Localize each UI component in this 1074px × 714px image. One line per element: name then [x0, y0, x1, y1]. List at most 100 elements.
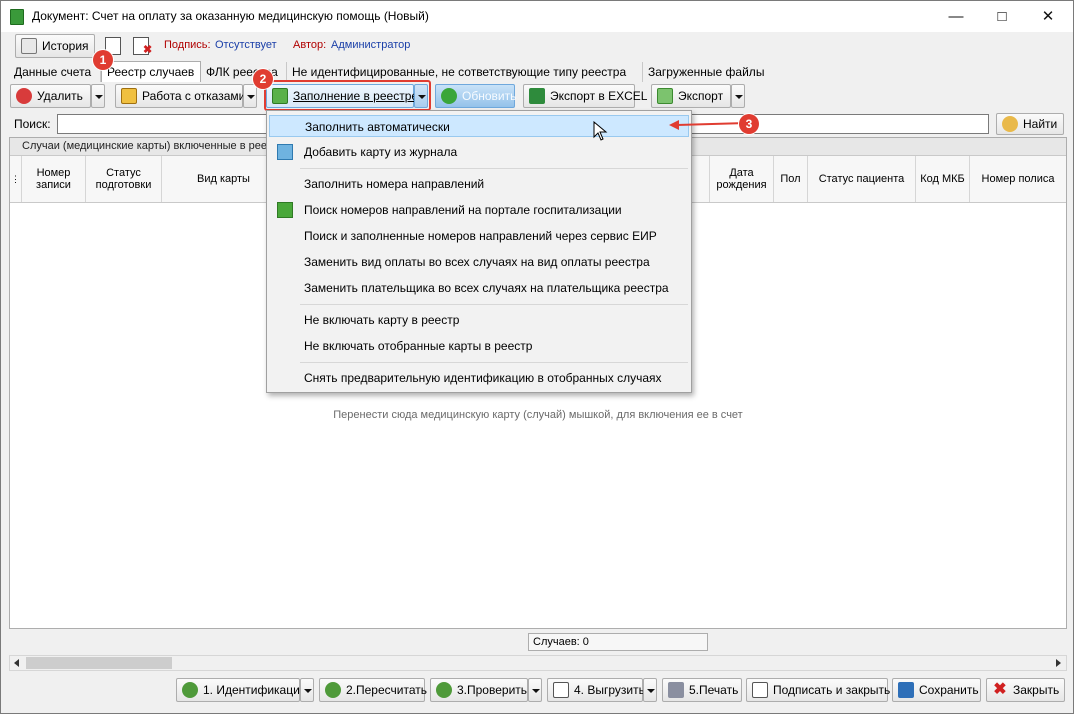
recalc-button[interactable]: 2.Пересчитать [319, 678, 427, 702]
bottom-actions: 1. Идентификация 2.Пересчитать 3.Провери… [1, 675, 1073, 707]
annotation-badge-3: 3 [739, 114, 759, 134]
grid-group-label: Случаи (медицинские карты) включенные в … [22, 140, 284, 152]
grid-statusbar: Случаев: 0 [9, 631, 1067, 653]
menu-separator [300, 304, 688, 305]
drop-hint: Перенести сюда медицинскую карту (случай… [333, 409, 743, 421]
author-label: Автор: [293, 39, 327, 51]
menu-item-label: Не включать карту в реестр [304, 313, 460, 327]
refresh-button[interactable]: Обновить [435, 84, 517, 108]
refusals-dropdown[interactable] [243, 84, 257, 108]
identify-label: 1. Идентификация [203, 683, 307, 697]
col-icd-code[interactable]: Код МКБ [916, 156, 970, 202]
history-button[interactable]: История [15, 34, 95, 58]
export-dropdown[interactable] [731, 84, 745, 108]
minimize-button[interactable]: — [933, 1, 979, 32]
export-label: Экспорт [678, 89, 724, 103]
check-button[interactable]: 3.Проверить [430, 678, 528, 702]
top-toolbar: История ✖ Подпись: Отсутствует Автор: Ад… [9, 33, 1067, 59]
close-button[interactable]: ✖ Закрыть [986, 678, 1065, 702]
refusals-button[interactable]: Работа с отказами [115, 84, 245, 108]
tab-cases-registry[interactable]: Реестр случаев [101, 61, 201, 82]
menu-item-replace-payment[interactable]: Заменить вид оплаты во всех случаях на в… [269, 251, 689, 273]
identify-button[interactable]: 1. Идентификация [176, 678, 306, 702]
row-menu-icon[interactable]: ⋮ [10, 156, 22, 202]
col-record-number[interactable]: Номер записи [22, 156, 86, 202]
col-gender[interactable]: Пол [774, 156, 808, 202]
signature-label: Подпись: [164, 39, 211, 51]
col-policy-number[interactable]: Номер полиса [970, 156, 1066, 202]
refresh-icon [441, 88, 457, 104]
recalc-label: 2.Пересчитать [346, 683, 427, 697]
mouse-cursor-icon [593, 121, 608, 141]
title-bar: Документ: Счет на оплату за оказанную ме… [1, 1, 1073, 32]
annotation-badge-2: 2 [253, 69, 273, 89]
export-button[interactable]: Экспорт [651, 84, 731, 108]
scroll-left-icon[interactable] [10, 656, 26, 670]
menu-item-search-eir[interactable]: Поиск и заполненные номеров направлений … [269, 225, 689, 247]
menu-item-label: Заменить вид оплаты во всех случаях на в… [304, 255, 650, 269]
close-label: Закрыть [1013, 683, 1060, 697]
menu-item-exclude-card[interactable]: Не включать карту в реестр [269, 309, 689, 331]
annotation-box [264, 80, 431, 111]
menu-item-search-portal[interactable]: Поиск номеров направлений на портале гос… [269, 199, 689, 221]
menu-item-label: Поиск и заполненные номеров направлений … [304, 229, 657, 243]
save-button[interactable]: Сохранить [892, 678, 981, 702]
refusals-icon [121, 88, 137, 104]
refresh-label: Обновить [462, 89, 517, 103]
save-label: Сохранить [919, 683, 979, 697]
print-icon [668, 682, 684, 698]
check-icon [436, 682, 452, 698]
excel-label: Экспорт в EXCEL [550, 89, 648, 103]
journal-icon [277, 144, 293, 160]
menu-item-fill-referrals[interactable]: Заполнить номера направлений [269, 173, 689, 195]
menu-item-label: Добавить карту из журнала [304, 145, 458, 159]
col-prep-status[interactable]: Статус подготовки [86, 156, 162, 202]
check-label: 3.Проверить [457, 683, 528, 697]
print-button[interactable]: 5.Печать [662, 678, 742, 702]
delete-dropdown[interactable] [91, 84, 105, 108]
upload-dropdown[interactable] [643, 678, 657, 702]
col-birth-date[interactable]: Дата рождения [710, 156, 774, 202]
window-title: Документ: Счет на оплату за оказанную ме… [32, 9, 429, 23]
delete-label: Удалить [37, 89, 83, 103]
recalc-icon [325, 682, 341, 698]
fill-registry-menu: Заполнить автоматически Добавить карту и… [266, 110, 692, 393]
horizontal-scrollbar[interactable] [9, 655, 1067, 671]
upload-label: 4. Выгрузить [574, 683, 645, 697]
download-icon [277, 202, 293, 218]
annotation-badge-1: 1 [93, 50, 113, 70]
tab-unidentified[interactable]: Не идентифицированные, не сответствующие… [287, 62, 643, 82]
search-label: Поиск: [14, 117, 51, 131]
menu-item-add-from-journal[interactable]: Добавить карту из журнала [269, 141, 689, 163]
scroll-thumb[interactable] [26, 657, 172, 669]
col-patient-status[interactable]: Статус пациента [808, 156, 916, 202]
scroll-right-icon[interactable] [1050, 656, 1066, 670]
menu-item-exclude-selected[interactable]: Не включать отобранные карты в реестр [269, 335, 689, 357]
menu-item-label: Заменить плательщика во всех случаях на … [304, 281, 669, 295]
tab-invoice-data[interactable]: Данные счета [9, 62, 101, 82]
close-window-button[interactable]: ✕ [1025, 1, 1071, 32]
author-value: Администратор [331, 39, 411, 51]
delete-button[interactable]: Удалить [10, 84, 91, 108]
maximize-button[interactable]: □ [979, 1, 1025, 32]
sign-close-button[interactable]: Подписать и закрыть [746, 678, 890, 702]
excel-export-button[interactable]: Экспорт в EXCEL [523, 84, 647, 108]
upload-icon [553, 682, 569, 698]
find-button[interactable]: Найти [996, 113, 1064, 135]
menu-item-remove-identification[interactable]: Снять предварительную идентификацию в от… [269, 367, 689, 389]
save-icon [898, 682, 914, 698]
check-dropdown[interactable] [528, 678, 542, 702]
tab-uploaded-files[interactable]: Загруженные файлы [643, 62, 773, 82]
menu-item-replace-payer[interactable]: Заменить плательщика во всех случаях на … [269, 277, 689, 299]
menu-separator [300, 168, 688, 169]
menu-item-label: Заполнить номера направлений [304, 177, 485, 191]
menu-item-label: Не включать отобранные карты в реестр [304, 339, 533, 353]
close-icon: ✖ [993, 681, 1007, 698]
identify-dropdown[interactable] [300, 678, 314, 702]
sign-close-icon [752, 682, 768, 698]
upload-button[interactable]: 4. Выгрузить [547, 678, 645, 702]
app-icon [10, 9, 24, 25]
menu-item-fill-auto[interactable]: Заполнить автоматически [269, 115, 689, 137]
tab-flk[interactable]: ФЛК реестра [201, 62, 287, 82]
unsign-x-icon: ✖ [143, 44, 153, 56]
